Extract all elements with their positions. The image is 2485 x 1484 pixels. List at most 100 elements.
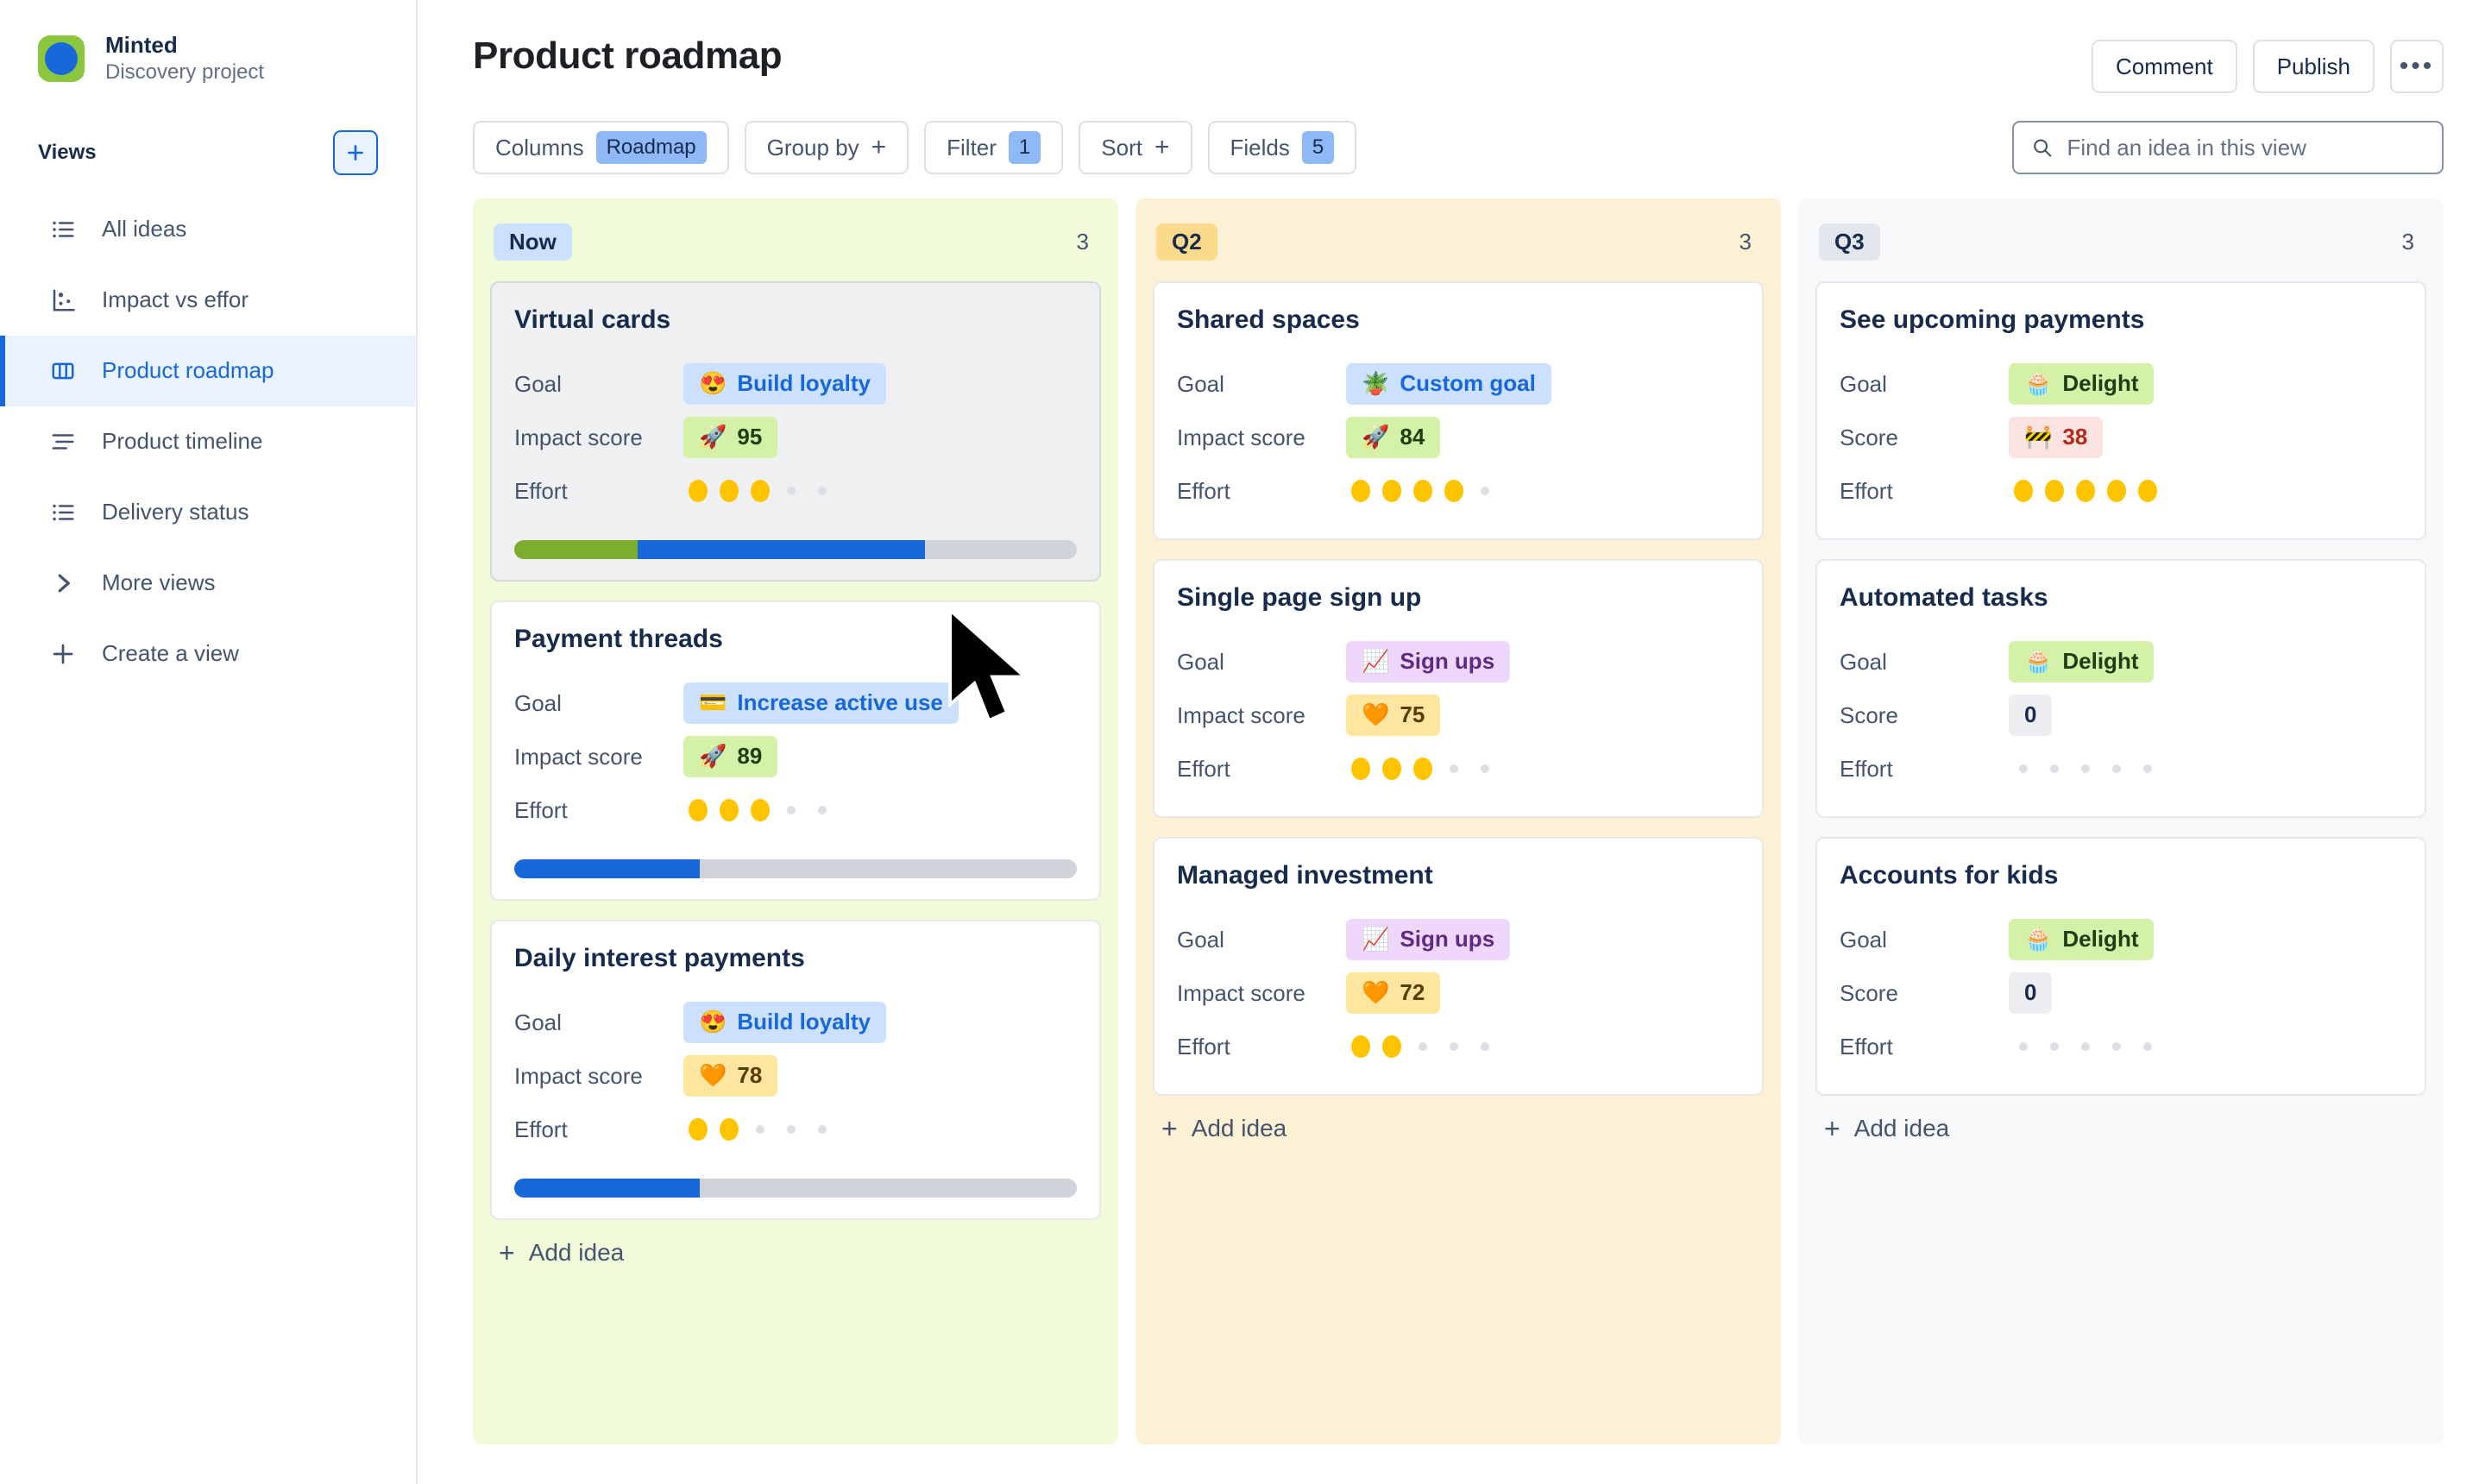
effort-dot-filled[interactable]	[720, 480, 739, 502]
effort-dot-empty[interactable]	[818, 1125, 827, 1134]
effort-dot-filled[interactable]	[1351, 758, 1370, 780]
effort-dot-empty[interactable]	[2019, 1042, 2028, 1051]
effort-dot-empty[interactable]	[1419, 1042, 1427, 1051]
effort-dot-empty[interactable]	[787, 1125, 796, 1134]
add-idea-button[interactable]: +Add idea	[1815, 1096, 2426, 1142]
add-idea-button[interactable]: +Add idea	[1153, 1096, 1764, 1142]
effort-dot-filled[interactable]	[720, 1118, 739, 1141]
idea-card[interactable]: Shared spacesGoal🪴Custom goalImpact scor…	[1153, 281, 1764, 540]
card-field-value-pill[interactable]: 📈Sign ups	[1346, 641, 1510, 682]
effort-dot-empty[interactable]	[1481, 764, 1489, 773]
effort-dot-filled[interactable]	[720, 799, 739, 821]
effort-dot-empty[interactable]	[2112, 1042, 2121, 1051]
effort-dot-empty[interactable]	[2050, 1042, 2059, 1051]
card-field-value-pill[interactable]: 🧡75	[1346, 695, 1440, 735]
effort-rating[interactable]	[1346, 1035, 1494, 1058]
fields-button[interactable]: Fields 5	[1208, 121, 1357, 174]
effort-dot-filled[interactable]	[1351, 480, 1370, 502]
sidebar-item-create-a-view[interactable]: Create a view	[0, 619, 416, 689]
effort-dot-filled[interactable]	[1382, 758, 1401, 780]
card-field-value-pill[interactable]: 🚀84	[1346, 417, 1440, 457]
idea-card[interactable]: Payment threadsGoal💳Increase active useI…	[490, 601, 1101, 901]
group-by-button[interactable]: Group by +	[745, 121, 909, 174]
publish-button[interactable]: Publish	[2253, 40, 2375, 93]
effort-rating[interactable]	[683, 1118, 832, 1141]
sidebar-item-all-ideas[interactable]: All ideas	[0, 194, 416, 265]
effort-dot-empty[interactable]	[2143, 764, 2152, 773]
idea-card[interactable]: Virtual cardsGoal😍Build loyaltyImpact sc…	[490, 281, 1101, 582]
effort-rating[interactable]	[2009, 480, 2157, 502]
effort-dot-filled[interactable]	[1382, 1035, 1401, 1058]
sidebar-item-more-views[interactable]: More views	[0, 548, 416, 619]
effort-dot-filled[interactable]	[1382, 480, 1401, 502]
card-field-value-pill[interactable]: 🚀89	[683, 736, 777, 777]
effort-dot-empty[interactable]	[1481, 1042, 1489, 1051]
effort-dot-filled[interactable]	[1444, 480, 1463, 502]
columns-button[interactable]: Columns Roadmap	[473, 121, 729, 174]
effort-rating[interactable]	[1346, 480, 1494, 502]
more-options-button[interactable]: •••	[2390, 40, 2444, 93]
idea-card[interactable]: See upcoming paymentsGoal🧁DelightScore🚧3…	[1815, 281, 2426, 540]
card-field-value-pill[interactable]: 🧁Delight	[2009, 919, 2154, 959]
effort-dot-empty[interactable]	[2143, 1042, 2152, 1051]
search-input[interactable]	[2067, 135, 2425, 161]
card-field-value-pill[interactable]: 🧡72	[1346, 972, 1440, 1013]
idea-card[interactable]: Accounts for kidsGoal🧁DelightScore0Effor…	[1815, 837, 2426, 1096]
card-field-value-pill[interactable]: 🪴Custom goal	[1346, 363, 1551, 404]
effort-dot-empty[interactable]	[2050, 764, 2059, 773]
card-field-value-pill[interactable]: 🚧38	[2009, 417, 2103, 457]
sidebar-item-delivery-status[interactable]: Delivery status	[0, 477, 416, 548]
effort-rating[interactable]	[2009, 1042, 2157, 1051]
column-title-badge[interactable]: Q2	[1156, 223, 1217, 261]
card-field-value-pill[interactable]: 🧁Delight	[2009, 641, 2154, 682]
effort-dot-empty[interactable]	[2081, 764, 2090, 773]
card-field-value-pill[interactable]: 🧁Delight	[2009, 363, 2154, 404]
column-title-badge[interactable]: Now	[494, 223, 572, 261]
add-idea-button[interactable]: +Add idea	[490, 1220, 1101, 1267]
card-field-value-pill[interactable]: 0	[2009, 972, 2052, 1013]
effort-rating[interactable]	[683, 799, 832, 821]
card-field-value-pill[interactable]: 0	[2009, 695, 2052, 735]
effort-dot-filled[interactable]	[1351, 1035, 1370, 1058]
effort-dot-empty[interactable]	[818, 806, 827, 814]
card-field-value-pill[interactable]: 😍Build loyalty	[683, 1002, 886, 1042]
filter-button[interactable]: Filter 1	[924, 121, 1063, 174]
add-view-button[interactable]	[333, 130, 378, 175]
sidebar-item-product-timeline[interactable]: Product timeline	[0, 406, 416, 477]
effort-dot-filled[interactable]	[751, 799, 770, 821]
effort-dot-filled[interactable]	[689, 480, 708, 502]
effort-rating[interactable]	[683, 480, 832, 502]
effort-dot-filled[interactable]	[1413, 758, 1432, 780]
effort-dot-empty[interactable]	[1481, 487, 1489, 495]
effort-dot-filled[interactable]	[689, 1118, 708, 1141]
effort-dot-empty[interactable]	[2019, 764, 2028, 773]
effort-dot-empty[interactable]	[1450, 1042, 1458, 1051]
effort-dot-filled[interactable]	[2045, 480, 2064, 502]
card-field-value-pill[interactable]: 💳Increase active use	[683, 682, 959, 723]
brand-header[interactable]: Minted Discovery project	[0, 0, 416, 85]
card-field-value-pill[interactable]: 😍Build loyalty	[683, 363, 886, 404]
idea-card[interactable]: Daily interest paymentsGoal😍Build loyalt…	[490, 920, 1101, 1220]
column-title-badge[interactable]: Q3	[1819, 223, 1880, 261]
effort-dot-empty[interactable]	[756, 1125, 764, 1134]
idea-card[interactable]: Managed investmentGoal📈Sign upsImpact sc…	[1153, 837, 1764, 1096]
idea-card[interactable]: Automated tasksGoal🧁DelightScore0Effort	[1815, 559, 2426, 818]
search-box[interactable]	[2012, 121, 2444, 174]
effort-rating[interactable]	[1346, 758, 1494, 780]
effort-dot-filled[interactable]	[2014, 480, 2033, 502]
effort-dot-empty[interactable]	[787, 487, 796, 495]
comment-button[interactable]: Comment	[2092, 40, 2237, 93]
effort-rating[interactable]	[2009, 764, 2157, 773]
effort-dot-filled[interactable]	[2107, 480, 2126, 502]
effort-dot-empty[interactable]	[2112, 764, 2121, 773]
effort-dot-filled[interactable]	[2138, 480, 2157, 502]
effort-dot-empty[interactable]	[787, 806, 796, 814]
card-field-value-pill[interactable]: 📈Sign ups	[1346, 919, 1510, 959]
idea-card[interactable]: Single page sign upGoal📈Sign upsImpact s…	[1153, 559, 1764, 818]
effort-dot-empty[interactable]	[1450, 764, 1458, 773]
sidebar-item-product-roadmap[interactable]: Product roadmap	[0, 336, 416, 406]
sort-button[interactable]: Sort +	[1079, 121, 1192, 174]
sidebar-item-impact-vs-effort[interactable]: Impact vs effor	[0, 265, 416, 336]
effort-dot-filled[interactable]	[1413, 480, 1432, 502]
effort-dot-filled[interactable]	[689, 799, 708, 821]
